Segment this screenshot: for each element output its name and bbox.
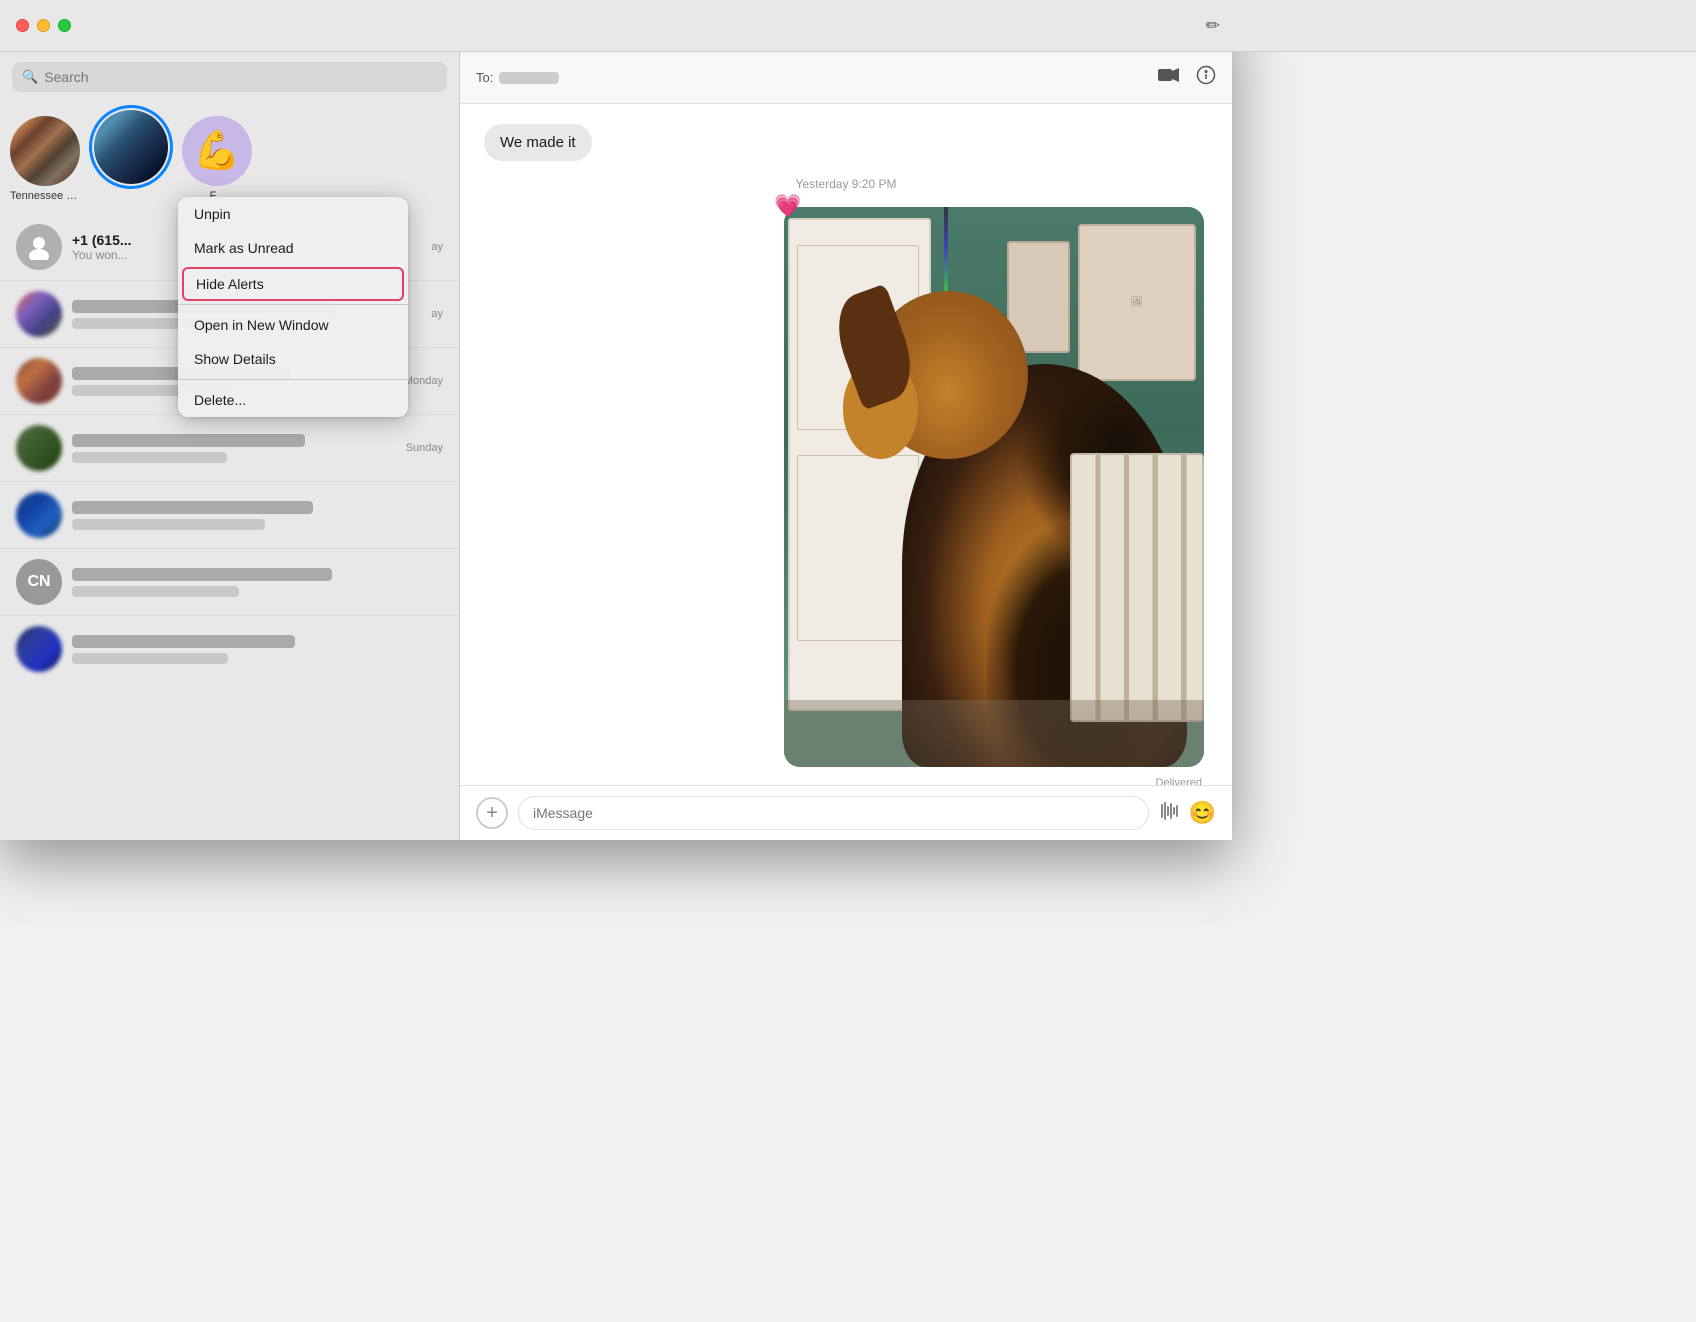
conv-preview-blur-6: [72, 586, 239, 597]
conv-name-blur-5: [72, 501, 313, 514]
message-timestamp: Yesterday 9:20 PM: [484, 177, 1208, 191]
audio-record-button[interactable]: [1159, 801, 1179, 826]
avatar-7: [16, 626, 62, 672]
avatar-5: [16, 492, 62, 538]
pinned-item-3[interactable]: 💪 F...: [182, 116, 252, 202]
avatar-1: [16, 224, 62, 270]
conv-preview-blur-4: [72, 452, 227, 463]
chat-area: To: We made it Yesterday 9:20 PM 💗: [460, 52, 1232, 840]
minimize-button[interactable]: [37, 19, 50, 32]
context-menu-item-mark-unread[interactable]: Mark as Unread: [178, 231, 408, 265]
conv-time-2: ay: [431, 308, 443, 320]
pinned-avatar-1: [10, 116, 80, 186]
messages-area: We made it Yesterday 9:20 PM 💗 🖼: [460, 104, 1232, 785]
conv-name-blur-4: [72, 434, 305, 447]
message-bubble-1: We made it: [484, 124, 592, 161]
conv-info-4: [72, 434, 396, 463]
heart-reaction: 💗: [774, 193, 801, 219]
search-bar[interactable]: 🔍: [12, 62, 447, 92]
conv-preview-blur-5: [72, 519, 265, 530]
compose-button[interactable]: ✏: [1206, 16, 1220, 36]
conversation-item-5[interactable]: [0, 482, 459, 549]
context-menu-divider-1: [178, 304, 408, 305]
message-received-1: We made it: [484, 124, 592, 161]
recipient-name-blur: [499, 72, 559, 84]
conversation-item-7[interactable]: [0, 616, 459, 682]
pinned-name-1: Tennessee Flor...: [10, 190, 80, 202]
avatar-3: [16, 358, 62, 404]
chat-header: To:: [460, 52, 1232, 104]
context-menu-item-delete[interactable]: Delete...: [178, 383, 408, 417]
avatar-2: [16, 291, 62, 337]
dog-photo[interactable]: 🖼: [784, 207, 1204, 767]
add-attachment-button[interactable]: +: [476, 797, 508, 829]
message-image-sent: 💗 🖼: [784, 207, 1204, 767]
message-input[interactable]: [518, 796, 1149, 830]
conv-info-6: [72, 568, 443, 597]
conv-preview-blur-7: [72, 653, 228, 664]
context-menu-item-hide-alerts[interactable]: Hide Alerts: [182, 267, 404, 301]
context-menu-divider-2: [178, 379, 408, 380]
conversation-item-6[interactable]: CN: [0, 549, 459, 616]
delivered-label: Delivered: [484, 777, 1202, 785]
info-button[interactable]: [1196, 65, 1216, 91]
context-menu-item-show-details[interactable]: Show Details: [178, 342, 408, 376]
sidebar: 🔍 Tennessee Flor... 💪: [0, 52, 460, 840]
context-menu-item-open-new-window[interactable]: Open in New Window: [178, 308, 408, 342]
conv-info-5: [72, 501, 443, 530]
search-icon: 🔍: [22, 69, 38, 85]
emoji-button[interactable]: 😊: [1189, 800, 1216, 826]
header-icons: [1158, 65, 1216, 91]
pinned-item-2[interactable]: [94, 110, 168, 202]
conv-name-blur-6: [72, 568, 332, 581]
traffic-lights: [16, 19, 71, 32]
context-menu-item-unpin[interactable]: Unpin: [178, 197, 408, 231]
maximize-button[interactable]: [58, 19, 71, 32]
conv-time-4: Sunday: [406, 442, 443, 454]
to-label: To:: [476, 70, 493, 85]
context-menu: Unpin Mark as Unread Hide Alerts Open in…: [178, 197, 408, 417]
pinned-avatar-3: 💪: [182, 116, 252, 186]
conv-time-3: Monday: [404, 375, 443, 387]
avatar-4: [16, 425, 62, 471]
search-input[interactable]: [44, 69, 437, 85]
conv-name-blur-7: [72, 635, 295, 648]
conv-info-7: [72, 635, 443, 664]
chat-input-area: + 😊: [460, 785, 1232, 840]
conversation-item-4[interactable]: Sunday: [0, 415, 459, 482]
conv-time-1: ay: [431, 241, 443, 253]
avatar-cn: CN: [16, 559, 62, 605]
pinned-item-1[interactable]: Tennessee Flor...: [10, 116, 80, 202]
video-call-button[interactable]: [1158, 67, 1180, 89]
pinned-avatar-2-selected: [94, 110, 168, 184]
close-button[interactable]: [16, 19, 29, 32]
